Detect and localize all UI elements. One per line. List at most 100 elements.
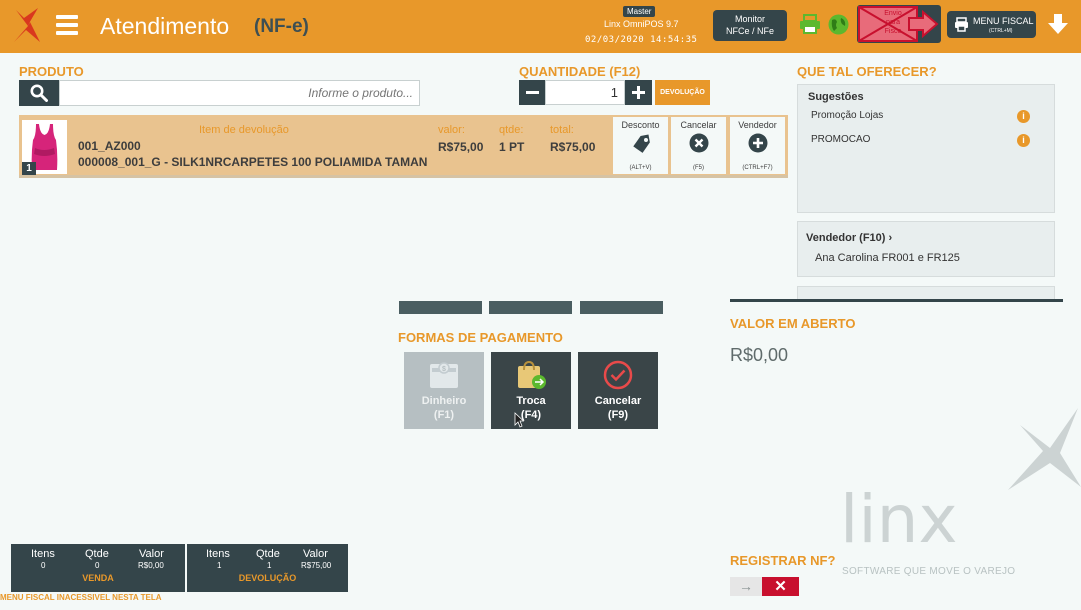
cancelar-label-text: Cancelar [594, 395, 642, 407]
cancelar-shortcut: (F9) [607, 409, 629, 421]
quantity-increase-button[interactable] [625, 80, 652, 105]
top-bar: Atendimento (NF-e) Master Linx OmniPOS 9… [0, 0, 1081, 53]
payment-tab-1[interactable] [399, 301, 482, 314]
item-number: 1 [22, 162, 36, 175]
search-icon [30, 84, 48, 102]
cancelar-item-button[interactable]: Cancelar (F5) [671, 117, 726, 174]
user-role-badge: Master [623, 6, 656, 17]
globe-status-icon[interactable] [828, 14, 849, 35]
devolucao-summary: Itens 1 Qtde 1 Valor R$75,00 DEVOLUÇÃO [187, 544, 348, 592]
venda-valor-label: Valor [139, 548, 164, 560]
divider [730, 299, 1063, 302]
desconto-label: Desconto [621, 120, 660, 130]
discount-tag-icon [632, 134, 650, 153]
item-qtde: 1 PT [499, 140, 525, 154]
dinheiro-shortcut: (F1) [433, 409, 455, 421]
system-version: Linx OmniPOS 9.7 [604, 19, 679, 29]
payment-tab-2[interactable] [489, 301, 572, 314]
quantity-decrease-button[interactable] [519, 80, 546, 105]
cancelar-item-shortcut: (F5) [693, 165, 704, 171]
desconto-shortcut: (ALT+V) [629, 165, 652, 171]
svg-text:$: $ [442, 366, 446, 373]
devolucao-qtde: 1 [267, 561, 272, 570]
product-section-title: PRODUTO [19, 64, 84, 79]
info-icon[interactable]: i [1017, 134, 1030, 147]
cart-item-row[interactable]: 1 Item de devolução 001_AZ000 000008_001… [19, 115, 788, 178]
item-valor: R$75,00 [438, 140, 484, 154]
vendedor-panel[interactable]: Vendedor (F10) › Ana Carolina FR001 e FR… [797, 221, 1055, 277]
printer-status-icon[interactable] [799, 14, 821, 34]
check-circle-icon [603, 360, 633, 390]
exchange-bag-icon [518, 360, 546, 389]
troca-shortcut: (F4) [520, 409, 542, 421]
suggestion-item[interactable]: Promoção Lojas [811, 110, 883, 121]
page-title: Atendimento [100, 13, 230, 39]
menu-fiscal-button[interactable]: MENU FISCAL (CTRL+M) [947, 11, 1036, 38]
devolucao-qtde-label: Qtde [256, 548, 280, 560]
cancelar-pagamento-button[interactable]: Cancelar (F9) [578, 352, 658, 429]
minus-icon [526, 91, 539, 94]
registrar-nf-title: REGISTRAR NF? [730, 553, 836, 568]
monitor-nfce-button[interactable]: Monitor NFCe / NFe [713, 10, 787, 41]
troca-label: Troca (F4) [491, 394, 571, 422]
devolucao-button[interactable]: DEVOLUÇÃO [655, 80, 710, 105]
vendedor-name: Ana Carolina FR001 e FR125 [815, 252, 960, 264]
suggestion-item[interactable]: PROMOCAO [811, 134, 870, 145]
devolucao-itens-label: Itens [206, 548, 230, 560]
product-search-input[interactable] [59, 80, 420, 106]
vendedor-title: Vendedor (F10) › [806, 232, 892, 244]
devolucao-title: DEVOLUÇÃO [238, 573, 297, 583]
monitor-sublabel: NFCe / NFe [725, 26, 774, 36]
brand-slogan: SOFTWARE QUE MOVE O VAREJO [842, 566, 1016, 577]
valor-aberto-value: R$0,00 [730, 345, 789, 365]
dinheiro-label: Dinheiro (F1) [404, 394, 484, 422]
vendedor-item-button[interactable]: Vendedor (CTRL+F7) [730, 117, 785, 174]
search-button[interactable] [19, 80, 59, 106]
menu-fiscal-shortcut: (CTRL+M) [989, 28, 1013, 34]
toggle-off-side: → [730, 577, 762, 596]
quantity-input[interactable] [545, 80, 625, 105]
cancelar-label: Cancelar (F9) [578, 394, 658, 422]
linx-brand-logo: linx [840, 408, 1081, 558]
devolucao-valor-label: Valor [303, 548, 328, 560]
page-subtitle: (NF-e) [254, 16, 309, 37]
suggestions-title: Sugestões [808, 91, 864, 103]
monitor-label: Monitor [734, 14, 765, 24]
item-qtde-label: qtde: [499, 124, 524, 136]
item-total: R$75,00 [550, 140, 596, 154]
cash-icon: $ [430, 362, 458, 388]
troca-button[interactable]: Troca (F4) [491, 352, 571, 429]
item-description: 000008_001_G - SILK1NRCARPETES 100 POLIA… [78, 155, 428, 169]
venda-summary: Itens 0 Qtde 0 Valor R$0,00 VENDA [11, 544, 185, 592]
item-code: 001_AZ000 [78, 139, 141, 153]
valor-aberto-title: VALOR EM ABERTO [730, 316, 856, 331]
arrow-down-icon[interactable] [1047, 12, 1069, 36]
cancelar-item-label: Cancelar [680, 120, 717, 130]
brand-wordmark: linx [840, 481, 958, 558]
registrar-nf-toggle[interactable]: → ✕ [730, 577, 799, 596]
envio-fisco-button[interactable]: Envio para Fisco [857, 5, 941, 43]
venda-qtde: 0 [95, 561, 100, 570]
close-icon: ✕ [762, 577, 799, 596]
troca-label-text: Troca [516, 395, 546, 407]
footer-note: MENU FISCAL INACESSIVEL NESTA TELA [0, 593, 162, 602]
envio-label-2: para [885, 19, 900, 26]
datetime-label: 02/03/2020 14:54:35 [585, 35, 698, 45]
desconto-button[interactable]: Desconto (ALT+V) [613, 117, 668, 174]
plus-circle-icon [748, 133, 767, 153]
item-total-label: total: [550, 124, 574, 136]
menu-icon[interactable] [56, 15, 78, 35]
devolucao-valor: R$75,00 [301, 561, 332, 570]
envio-label-1: Envio [884, 10, 902, 17]
close-circle-icon [689, 133, 708, 153]
vendedor-item-label: Vendedor [738, 120, 777, 130]
devolucao-itens: 1 [217, 561, 222, 570]
venda-itens-label: Itens [31, 548, 55, 560]
mouse-cursor-icon [514, 412, 524, 428]
arrow-right-icon: → [739, 578, 753, 594]
payment-tab-3[interactable] [580, 301, 663, 314]
info-icon[interactable]: i [1017, 110, 1030, 123]
dinheiro-button[interactable]: $ Dinheiro (F1) [404, 352, 484, 429]
quantity-section-title: QUANTIDADE (F12) [519, 64, 641, 79]
printer-icon [955, 17, 968, 32]
